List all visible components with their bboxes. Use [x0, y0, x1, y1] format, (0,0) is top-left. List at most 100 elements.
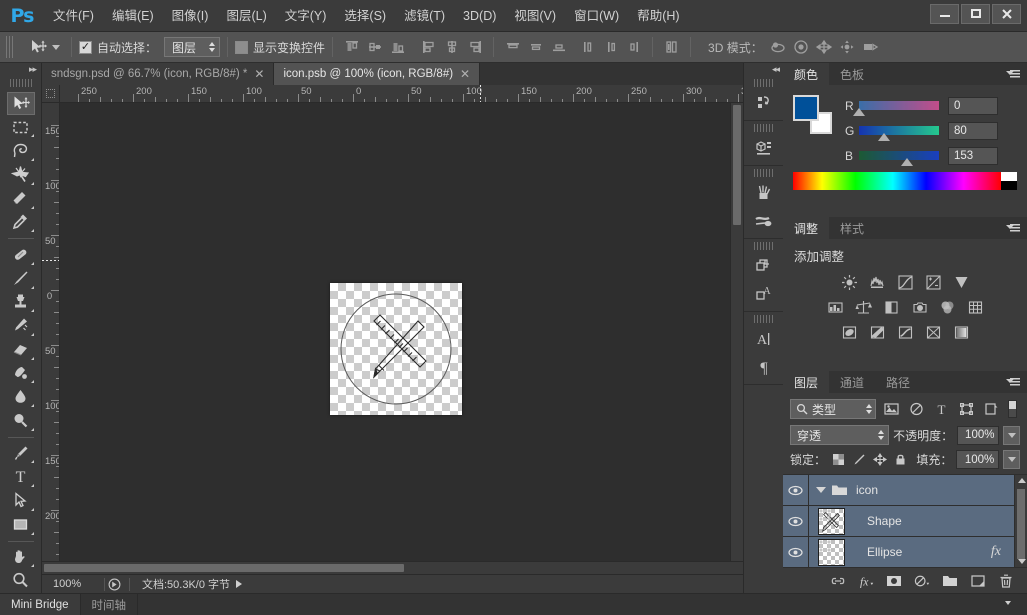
3d-panel-icon[interactable] — [748, 134, 780, 162]
menu-window[interactable]: 窗口(W) — [565, 0, 628, 32]
hue-saturation-icon[interactable] — [824, 297, 846, 318]
document-tab-icon[interactable]: icon.psb @ 100% (icon, RGB/8#) ✕ — [274, 63, 481, 85]
crop-tool[interactable] — [7, 187, 35, 210]
g-value-field[interactable]: 80 — [948, 121, 998, 140]
tab-layers[interactable]: 图层 — [783, 371, 830, 393]
scrollbar-thumb[interactable] — [1017, 489, 1025, 559]
character-panel-icon[interactable]: A — [748, 325, 780, 353]
panel-menu-icon[interactable] — [1006, 68, 1021, 80]
distribute-horizontal-centers-icon[interactable] — [599, 36, 622, 58]
fill-chevron-icon[interactable] — [1003, 450, 1021, 469]
delete-layer-button[interactable] — [997, 572, 1015, 590]
menu-edit[interactable]: 编辑(E) — [103, 0, 163, 32]
menu-3d[interactable]: 3D(D) — [454, 0, 505, 32]
panel-menu-icon[interactable] — [1005, 599, 1019, 609]
slider-knob[interactable] — [853, 108, 865, 116]
blur-tool[interactable] — [7, 385, 35, 408]
dock-collapse-button[interactable]: ◂◂ — [744, 63, 783, 76]
horizontal-type-tool[interactable]: T — [7, 465, 35, 488]
panel-menu-icon[interactable] — [1006, 222, 1021, 234]
layer-row-shape[interactable]: Shape — [783, 506, 1027, 537]
close-button[interactable] — [992, 4, 1021, 24]
spectrum-black-white[interactable] — [1001, 172, 1017, 190]
tab-mini-bridge[interactable]: Mini Bridge — [0, 594, 81, 615]
artboard[interactable] — [330, 283, 462, 415]
b-value-field[interactable]: 153 — [948, 146, 998, 165]
brush-tool[interactable] — [7, 267, 35, 290]
blend-mode-dropdown[interactable]: 穿透 — [790, 425, 890, 445]
black-white-icon[interactable] — [880, 297, 902, 318]
color-balance-icon[interactable] — [852, 297, 874, 318]
close-icon[interactable]: ✕ — [460, 68, 470, 80]
paragraph-panel-icon[interactable]: ¶ — [748, 353, 780, 381]
tool-preset-chevron-icon[interactable] — [52, 44, 60, 50]
scroll-down-arrow-icon[interactable] — [1018, 559, 1026, 564]
g-slider[interactable] — [859, 126, 939, 141]
dock-grip[interactable] — [753, 242, 774, 250]
tools-grip[interactable] — [9, 78, 32, 87]
distribute-bottom-edges-icon[interactable] — [547, 36, 570, 58]
vertical-ruler[interactable]: 15010050050100150200250 — [42, 103, 60, 561]
fill-field[interactable]: 100% — [956, 450, 1000, 469]
tab-paths[interactable]: 路径 — [875, 371, 922, 393]
layer-comps-panel-icon[interactable] — [748, 252, 780, 280]
menu-file[interactable]: 文件(F) — [44, 0, 103, 32]
3d-roll-icon[interactable] — [790, 36, 813, 58]
move-tool[interactable] — [6, 91, 35, 115]
add-layer-mask-button[interactable] — [885, 572, 903, 590]
layer-effects-fx-icon[interactable]: fx — [991, 544, 1001, 560]
menu-type[interactable]: 文字(Y) — [276, 0, 336, 32]
filter-adjustment-icon[interactable] — [906, 399, 926, 419]
align-vertical-centers-icon[interactable] — [363, 36, 386, 58]
close-icon[interactable]: ✕ — [254, 68, 264, 80]
zoom-level-field[interactable]: 100% — [50, 576, 98, 592]
brush-panel-icon[interactable] — [748, 179, 780, 207]
canvas[interactable] — [60, 103, 730, 561]
new-group-button[interactable] — [941, 572, 959, 590]
eyedropper-tool[interactable] — [7, 211, 35, 234]
layer-row-icon-group[interactable]: icon — [783, 475, 1027, 506]
actions-panel-icon[interactable]: A — [748, 280, 780, 308]
canvas-vertical-scrollbar[interactable] — [730, 103, 743, 561]
menu-select[interactable]: 选择(S) — [335, 0, 395, 32]
filter-type-icon[interactable]: T — [931, 399, 951, 419]
link-layers-button[interactable] — [829, 572, 847, 590]
active-tool-preset[interactable] — [23, 36, 64, 58]
dock-grip[interactable] — [753, 315, 774, 323]
dock-grip[interactable] — [753, 169, 774, 177]
history-brush-tool[interactable] — [7, 314, 35, 337]
menu-help[interactable]: 帮助(H) — [628, 0, 688, 32]
tab-styles[interactable]: 样式 — [829, 217, 876, 239]
scrollbar-thumb[interactable] — [733, 105, 741, 225]
tab-adjustments[interactable]: 调整 — [783, 217, 830, 239]
filter-pixel-icon[interactable] — [881, 399, 901, 419]
show-transform-controls-checkbox[interactable] — [235, 40, 249, 54]
align-bottom-edges-icon[interactable] — [386, 36, 409, 58]
hand-tool[interactable] — [7, 545, 35, 568]
layer-filter-type-dropdown[interactable]: 类型 — [790, 399, 876, 419]
dock-grip[interactable] — [753, 79, 774, 87]
history-panel-icon[interactable] — [748, 89, 780, 117]
vibrance-icon[interactable] — [950, 272, 972, 293]
r-slider[interactable] — [853, 101, 939, 116]
eraser-tool[interactable] — [7, 338, 35, 361]
align-right-edges-icon[interactable] — [463, 36, 486, 58]
channel-mixer-icon[interactable] — [936, 297, 958, 318]
color-spectrum-ramp[interactable] — [793, 172, 1017, 190]
scroll-up-arrow-icon[interactable] — [1018, 478, 1026, 483]
filter-shape-icon[interactable] — [956, 399, 976, 419]
lock-transparent-pixels-icon[interactable] — [830, 451, 847, 469]
maximize-button[interactable] — [961, 4, 990, 24]
photo-filter-icon[interactable] — [908, 297, 930, 318]
tab-channels[interactable]: 通道 — [829, 371, 876, 393]
gradient-tool[interactable] — [7, 362, 35, 385]
selective-color-icon[interactable] — [922, 322, 944, 343]
tab-color[interactable]: 颜色 — [783, 63, 830, 85]
pen-tool[interactable] — [7, 442, 35, 465]
spectrum-hues[interactable] — [793, 172, 1001, 190]
brush-presets-panel-icon[interactable] — [748, 207, 780, 235]
opacity-chevron-icon[interactable] — [1003, 425, 1020, 445]
posterize-icon[interactable] — [866, 322, 888, 343]
align-horizontal-centers-icon[interactable] — [440, 36, 463, 58]
curves-icon[interactable] — [894, 272, 916, 293]
